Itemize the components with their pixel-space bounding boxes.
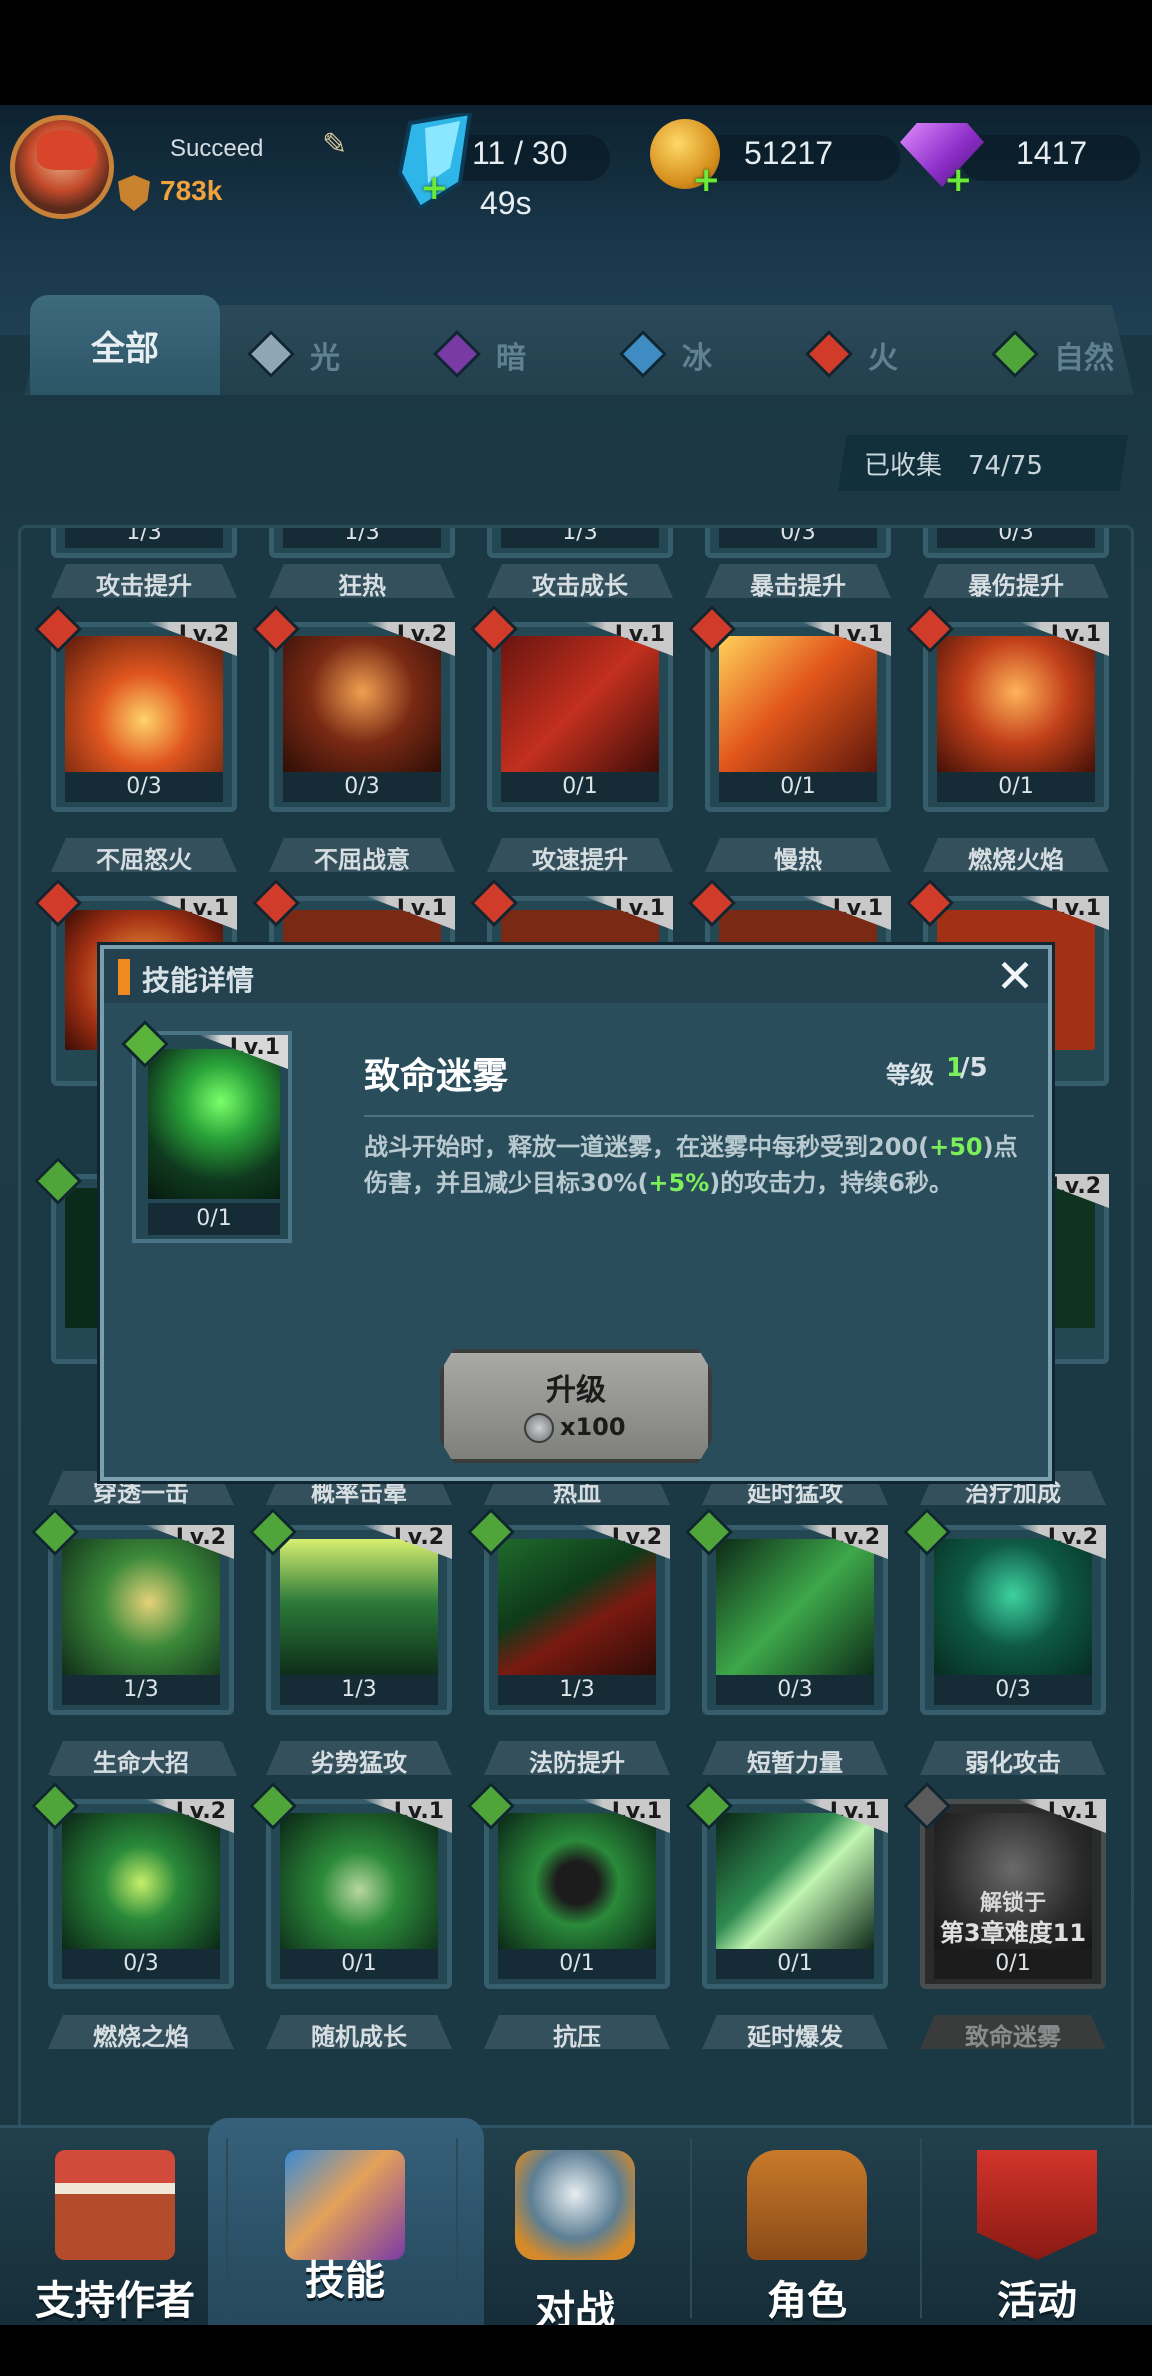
skill-card-fire[interactable]: 0/3 Lv.2 <box>33 604 237 812</box>
skill-label: 攻速提升 <box>532 846 628 874</box>
player-avatar[interactable] <box>10 115 114 219</box>
energy-timer: 49s <box>480 185 532 221</box>
player-name: Succeed <box>170 135 264 162</box>
gem-value: 1417 <box>1016 135 1088 171</box>
skill-label: 燃烧火焰 <box>968 846 1064 874</box>
dialog-title: 技能详情 <box>142 964 255 997</box>
skill-count: 0/1 <box>148 1203 280 1235</box>
skill-card[interactable]: 1/3 <box>269 528 455 558</box>
dialog-header: 技能详情 ✕ <box>104 949 1048 1003</box>
skill-card[interactable]: 0/3 <box>923 528 1109 558</box>
skill-label: 短暂力量 <box>747 1749 843 1777</box>
nav-battle[interactable]: 对战 <box>460 2128 690 2325</box>
skill-label: 狂热 <box>338 572 386 600</box>
skill-label: 抗压 <box>553 2023 601 2051</box>
skill-label: 燃烧之焰 <box>93 2023 189 2051</box>
deadly-fog-art <box>148 1049 280 1199</box>
energy-value: 11 / 30 <box>472 135 568 171</box>
gold-value: 51217 <box>744 135 833 171</box>
skill-label: 暴击提升 <box>750 572 846 600</box>
skill-card-nature[interactable]: 0/3 Lv.2 <box>902 1507 1106 1715</box>
skill-card[interactable]: 0/3 <box>705 528 891 558</box>
skill-card-nature[interactable]: 1/3 Lv.2 <box>30 1507 234 1715</box>
skill-label: 法防提升 <box>529 1749 625 1777</box>
skill-card-fire[interactable]: 0/3 Lv.2 <box>251 604 455 812</box>
skill-cards-icon <box>285 2150 405 2260</box>
skill-card-fire[interactable]: 0/1 Lv.1 <box>687 604 891 812</box>
tab-all[interactable]: 全部 <box>30 295 220 395</box>
nav-character[interactable]: 角色 <box>692 2128 922 2325</box>
upgrade-button[interactable]: 升级 x100 <box>440 1349 712 1463</box>
skill-label: 随机成长 <box>311 2023 407 2051</box>
backpack-icon <box>747 2150 867 2260</box>
edit-name-icon[interactable]: ✎ <box>322 127 356 162</box>
skill-card-locked[interactable]: 解锁于 第3章难度11 0/1 Lv.1 <box>902 1781 1106 1989</box>
crossed-swords-icon <box>515 2150 635 2260</box>
power-shield-icon <box>118 175 150 211</box>
skill-card-nature[interactable]: 0/3 Lv.2 <box>684 1507 888 1715</box>
skill-card-fire[interactable]: 0/1 Lv.1 <box>469 604 673 812</box>
skill-label: 慢热 <box>774 846 822 874</box>
skill-label: 劣势猛攻 <box>311 1749 407 1777</box>
event-banner-icon <box>977 2150 1097 2260</box>
skill-description: 战斗开始时，释放一道迷雾，在迷雾中每秒受到200(+50)点伤害，并且减少目标3… <box>364 1133 1018 1197</box>
bottom-nav: 支持作者 技能 对战 角色 活动 <box>0 2118 1152 2325</box>
skill-card-nature[interactable]: 0/1 Lv.1 <box>684 1781 888 1989</box>
skill-name: 致命迷雾 <box>364 1056 509 1097</box>
upgrade-cost: x100 <box>560 1413 626 1441</box>
nav-skills[interactable]: 技能 <box>230 2128 460 2325</box>
nav-support-author[interactable]: 支持作者 <box>0 2128 230 2325</box>
skill-card-fire[interactable]: 0/1 Lv.1 <box>905 604 1109 812</box>
skill-detail-card: Lv.1 0/1 <box>120 1019 292 1243</box>
skill-label: 暴伤提升 <box>968 572 1064 600</box>
collected-counter: 已收集 74/75 <box>838 435 1128 491</box>
skill-card-nature[interactable]: 0/1 Lv.1 <box>466 1781 670 1989</box>
nav-events[interactable]: 活动 <box>922 2128 1152 2325</box>
shop-icon <box>55 2150 175 2260</box>
skill-label: 延时爆发 <box>747 2023 843 2051</box>
silver-coin-icon <box>524 1413 554 1443</box>
skill-label: 不屈怒火 <box>96 846 192 874</box>
locked-requirement: 第3章难度11 <box>939 1919 1087 1947</box>
skill-label: 致命迷雾 <box>965 2023 1061 2051</box>
level-max: /5 <box>960 1053 988 1083</box>
skill-card[interactable]: 1/3 <box>51 528 237 558</box>
close-icon[interactable]: ✕ <box>992 953 1038 999</box>
skill-label: 弱化攻击 <box>965 1749 1061 1777</box>
skill-card-nature[interactable]: 1/3 Lv.2 <box>466 1507 670 1715</box>
skill-card[interactable]: 1/3 <box>487 528 673 558</box>
skill-card-nature[interactable]: 0/1 Lv.1 <box>248 1781 452 1989</box>
add-gem-icon[interactable]: + <box>944 163 973 197</box>
add-energy-icon[interactable]: + <box>420 171 449 205</box>
level-label: 等级 <box>886 1061 934 1089</box>
player-power: 783k <box>160 175 223 206</box>
skill-detail-dialog: 技能详情 ✕ Lv.1 0/1 致命迷雾 等级 1 /5 战斗开始时，释放一道迷… <box>100 945 1052 1481</box>
element-tabs: 全部 光 暗 冰 火 自然 <box>24 295 1134 395</box>
skill-card-nature[interactable]: 0/3 Lv.2 <box>30 1781 234 1989</box>
skill-label: 生命大招 <box>93 1749 189 1777</box>
add-gold-icon[interactable]: + <box>692 163 721 197</box>
skill-label: 攻击提升 <box>96 572 192 600</box>
skill-card-nature[interactable]: 1/3 Lv.2 <box>248 1507 452 1715</box>
skill-label: 不屈战意 <box>314 846 410 874</box>
game-screen: Succeed ✎ 783k + 11 / 30 49s + 51217 + 1… <box>0 105 1152 2325</box>
skill-label: 攻击成长 <box>532 572 628 600</box>
